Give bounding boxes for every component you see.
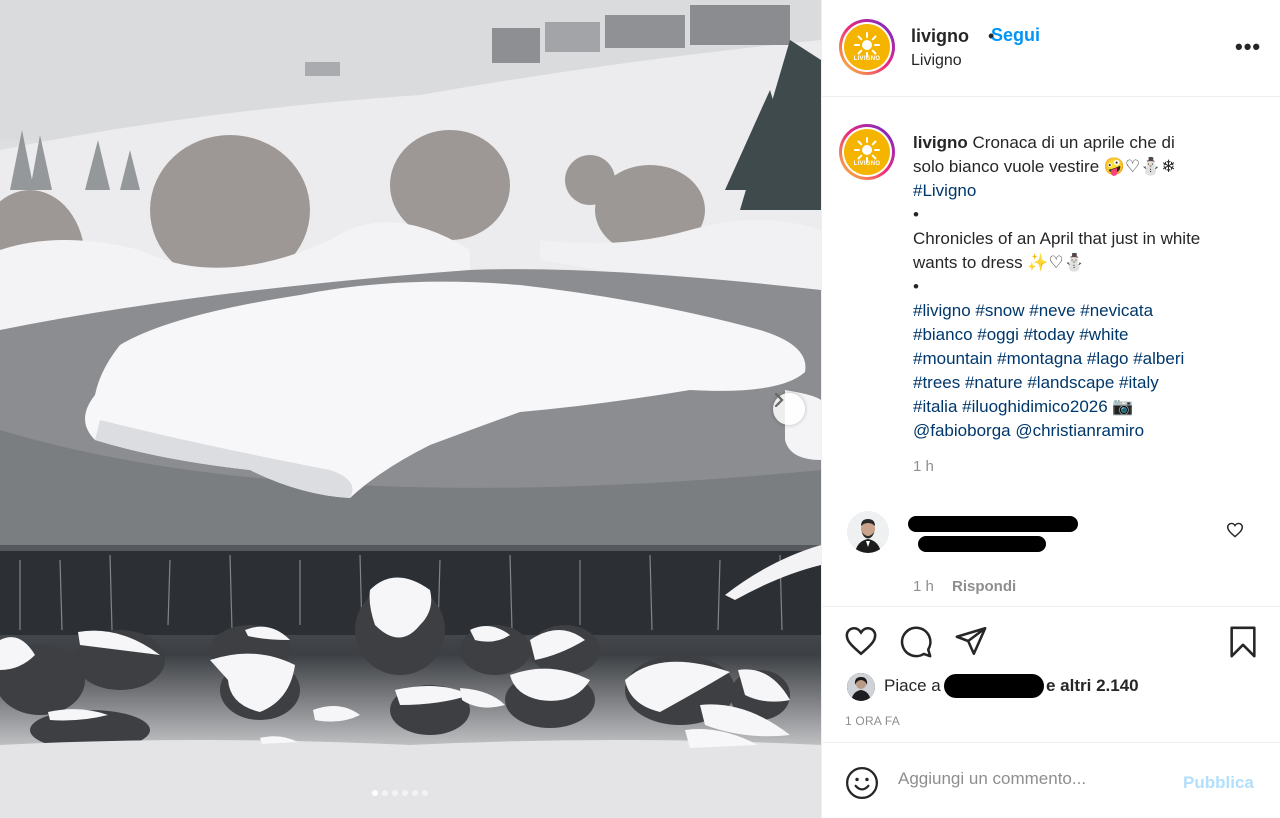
share-plane-icon[interactable] bbox=[954, 625, 988, 657]
carousel-dot bbox=[382, 790, 388, 796]
hashtag-link[interactable]: #Livigno bbox=[913, 179, 1248, 203]
post-sidebar: LIVIGNO livigno • Segui Livigno ••• LIVI… bbox=[821, 0, 1280, 818]
caption-timestamp: 1 h bbox=[913, 458, 934, 475]
person-photo-icon bbox=[847, 511, 889, 553]
snow-river-image bbox=[0, 0, 821, 818]
follow-button[interactable]: Segui bbox=[991, 25, 1040, 46]
carousel-dot bbox=[372, 790, 378, 796]
carousel-dot bbox=[392, 790, 398, 796]
hashtag-line[interactable]: #trees #nature #landscape #italy bbox=[913, 371, 1248, 395]
carousel-dot bbox=[402, 790, 408, 796]
more-options-button[interactable]: ••• bbox=[1235, 36, 1261, 58]
liker-avatar[interactable] bbox=[847, 673, 875, 701]
carousel-next-button[interactable] bbox=[773, 393, 805, 425]
profile-avatar[interactable]: LIVIGNO bbox=[839, 19, 895, 75]
post-caption: livigno Cronaca di un aprile che di solo… bbox=[913, 131, 1248, 443]
caption-bullet: • bbox=[913, 205, 919, 224]
avatar-brand-text: LIVIGNO bbox=[853, 161, 881, 167]
like-heart-icon[interactable] bbox=[844, 625, 878, 657]
publish-button[interactable]: Pubblica bbox=[1183, 773, 1254, 793]
hashtag-line[interactable]: #mountain #montagna #lago #alberi bbox=[913, 347, 1248, 371]
post-username[interactable]: livigno bbox=[911, 26, 969, 47]
hashtag-line[interactable]: #bianco #oggi #today #white bbox=[913, 323, 1248, 347]
avatar-brand-text: LIVIGNO bbox=[853, 56, 881, 62]
reply-button[interactable]: Rispondi bbox=[952, 578, 1016, 595]
caption-text: Cronaca di un aprile che di bbox=[972, 133, 1175, 152]
post-time-ago[interactable]: 1 ORA FA bbox=[845, 714, 900, 728]
add-comment-input[interactable] bbox=[898, 769, 1178, 789]
hashtag-line[interactable]: #italia #iluoghidimico2026 📷 bbox=[913, 395, 1248, 419]
likes-prefix: Piace a bbox=[884, 676, 941, 695]
sun-logo-icon bbox=[854, 32, 880, 58]
post-location[interactable]: Livigno bbox=[911, 52, 962, 70]
emoji-smiley-icon[interactable] bbox=[845, 766, 879, 800]
mention-line[interactable]: @fabioborga @christianramiro bbox=[913, 419, 1248, 443]
carousel-dot bbox=[412, 790, 418, 796]
comment-bubble-icon[interactable] bbox=[899, 625, 933, 659]
likes-count-link[interactable]: e altri 2.140 bbox=[1046, 676, 1139, 696]
person-photo-icon bbox=[847, 673, 875, 701]
heart-icon[interactable] bbox=[1226, 522, 1244, 538]
likes-summary: Piace a bbox=[884, 676, 941, 696]
redacted-comment-text bbox=[918, 536, 1046, 552]
post-actions: Piace a e altri 2.140 1 ORA FA bbox=[822, 606, 1280, 742]
caption-username[interactable]: livigno bbox=[913, 133, 968, 152]
comment-timestamp: 1 h bbox=[913, 578, 934, 595]
redacted-comment-username bbox=[908, 516, 1078, 532]
chevron-right-icon bbox=[774, 393, 784, 407]
post-header: LIVIGNO livigno • Segui Livigno ••• bbox=[822, 0, 1280, 97]
caption-avatar[interactable]: LIVIGNO bbox=[839, 124, 895, 180]
add-comment-bar: Pubblica bbox=[822, 742, 1280, 818]
caption-bullet: • bbox=[913, 277, 919, 296]
caption-text: wants to dress ✨♡⛄ bbox=[913, 253, 1085, 272]
caption-text: Chronicles of an April that just in whit… bbox=[913, 229, 1201, 248]
sun-logo-icon bbox=[854, 137, 880, 163]
comments-section[interactable]: LIVIGNO livigno Cronaca di un aprile che… bbox=[822, 98, 1280, 606]
bookmark-icon[interactable] bbox=[1228, 625, 1258, 659]
post-photo[interactable] bbox=[0, 0, 821, 818]
redacted-liker-username bbox=[944, 674, 1044, 698]
carousel-dot bbox=[422, 790, 428, 796]
carousel-indicator bbox=[372, 790, 428, 796]
hashtag-line[interactable]: #livigno #snow #neve #nevicata bbox=[913, 299, 1248, 323]
commenter-avatar[interactable] bbox=[847, 511, 889, 553]
caption-text: solo bianco vuole vestire 🤪♡⛄❄ bbox=[913, 157, 1176, 176]
